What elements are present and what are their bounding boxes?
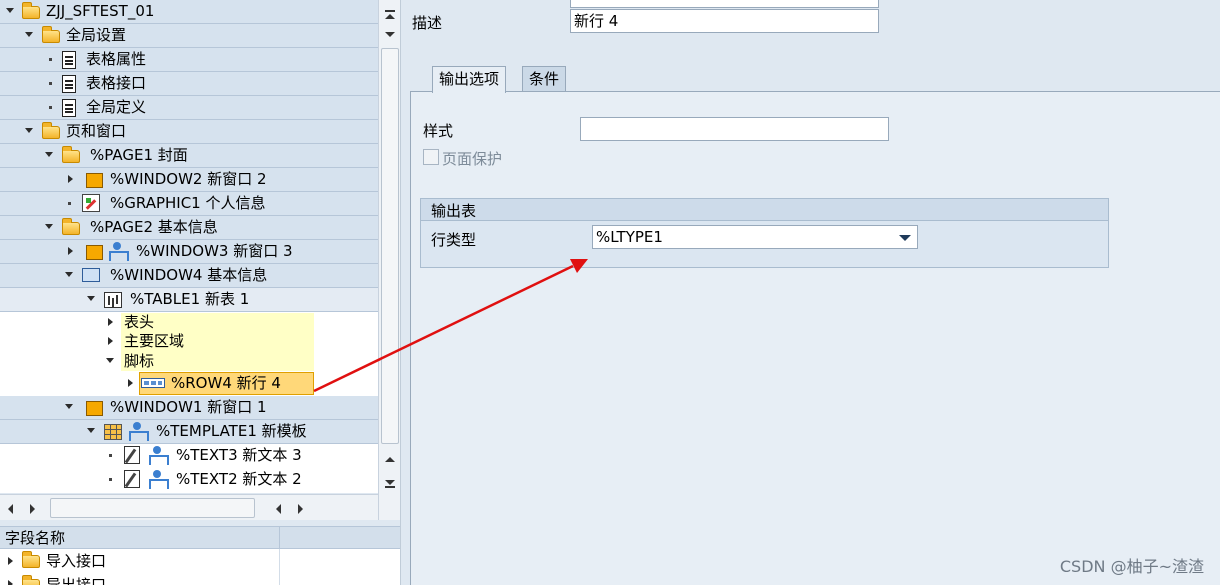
arrow-line bbox=[313, 264, 574, 393]
annotation-arrow bbox=[313, 259, 588, 393]
tab-output-options[interactable]: 输出选项 bbox=[432, 66, 507, 93]
watermark: CSDN @柚子~渣渣 bbox=[1059, 557, 1204, 576]
